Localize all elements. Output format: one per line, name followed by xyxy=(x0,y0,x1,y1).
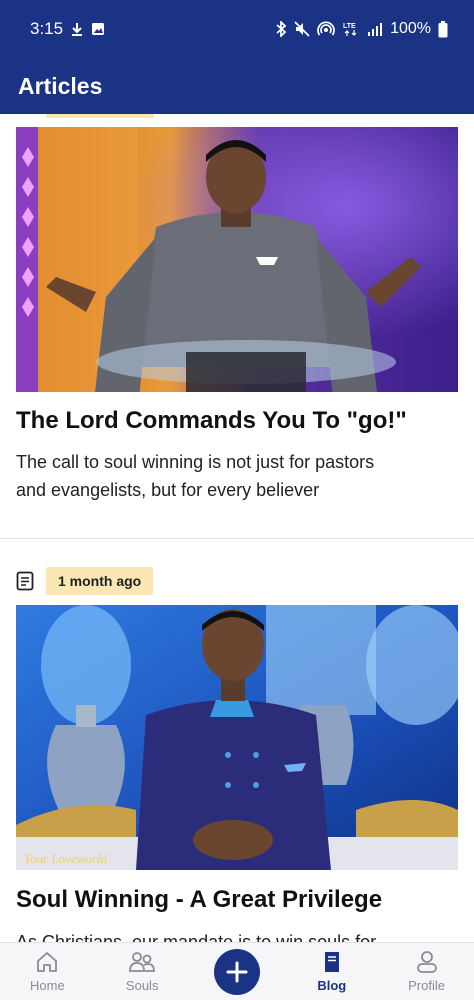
lte-icon: LTE xyxy=(343,23,357,36)
article-title[interactable]: The Lord Commands You To "go!" xyxy=(16,407,458,435)
article-card[interactable]: 1 month ago Your Loveworld Soul Winning … xyxy=(0,539,474,942)
nav-item-souls[interactable]: Souls xyxy=(95,943,189,993)
people-icon xyxy=(129,952,156,972)
plus-icon xyxy=(226,961,248,983)
article-summary-line: and evangelists, but for every believer xyxy=(16,480,320,500)
nav-label: Souls xyxy=(125,978,159,993)
article-title[interactable]: Soul Winning - A Great Privilege xyxy=(16,886,458,914)
signal-icon xyxy=(368,23,383,36)
home-icon xyxy=(37,952,58,972)
article-card[interactable]: The Lord Commands You To "go!" The call … xyxy=(0,114,474,538)
time-badge xyxy=(46,114,154,118)
app-bar: Articles xyxy=(0,58,474,114)
image-caption: Your Loveworld xyxy=(24,851,107,866)
nav-label: Profile xyxy=(408,978,445,993)
nav-item-blog[interactable]: Blog xyxy=(285,943,379,993)
status-bar: 3:15 LTE 100% xyxy=(0,0,474,58)
article-image[interactable] xyxy=(16,127,458,392)
bottom-nav: Home Souls Blog Profile xyxy=(0,942,474,1000)
time-badge: 1 month ago xyxy=(46,567,154,595)
battery-percent: 100% xyxy=(390,20,431,37)
nav-item-profile[interactable]: Profile xyxy=(380,943,474,993)
article-summary-line: The call to soul winning is not just for… xyxy=(16,452,375,472)
hotspot-icon xyxy=(317,21,335,36)
preacher-photo xyxy=(16,127,458,392)
mute-icon xyxy=(294,21,310,37)
svg-text:LTE: LTE xyxy=(343,23,356,30)
articles-list[interactable]: The Lord Commands You To "go!" The call … xyxy=(0,114,474,942)
image-icon xyxy=(92,23,105,35)
download-icon xyxy=(72,23,83,36)
bluetooth-icon xyxy=(276,21,287,37)
preacher-photo: Your Loveworld xyxy=(16,605,458,870)
nav-item-add[interactable] xyxy=(190,943,284,995)
battery-icon xyxy=(438,20,448,37)
person-icon xyxy=(416,951,437,973)
page-title: Articles xyxy=(18,72,103,99)
book-icon xyxy=(324,952,339,972)
status-left: 3:15 xyxy=(30,19,105,39)
nav-item-home[interactable]: Home xyxy=(0,943,94,993)
status-right: LTE 100% xyxy=(275,20,448,38)
article-image[interactable]: Your Loveworld xyxy=(16,605,458,870)
add-button[interactable] xyxy=(213,949,260,995)
article-summary-line: As Christians, our mandate is to win sou… xyxy=(16,932,377,942)
nav-label: Blog xyxy=(317,978,347,993)
nav-label: Home xyxy=(30,978,65,993)
article-icon xyxy=(16,571,34,591)
status-time: 3:15 xyxy=(30,19,64,38)
article-meta: 1 month ago xyxy=(16,567,154,595)
